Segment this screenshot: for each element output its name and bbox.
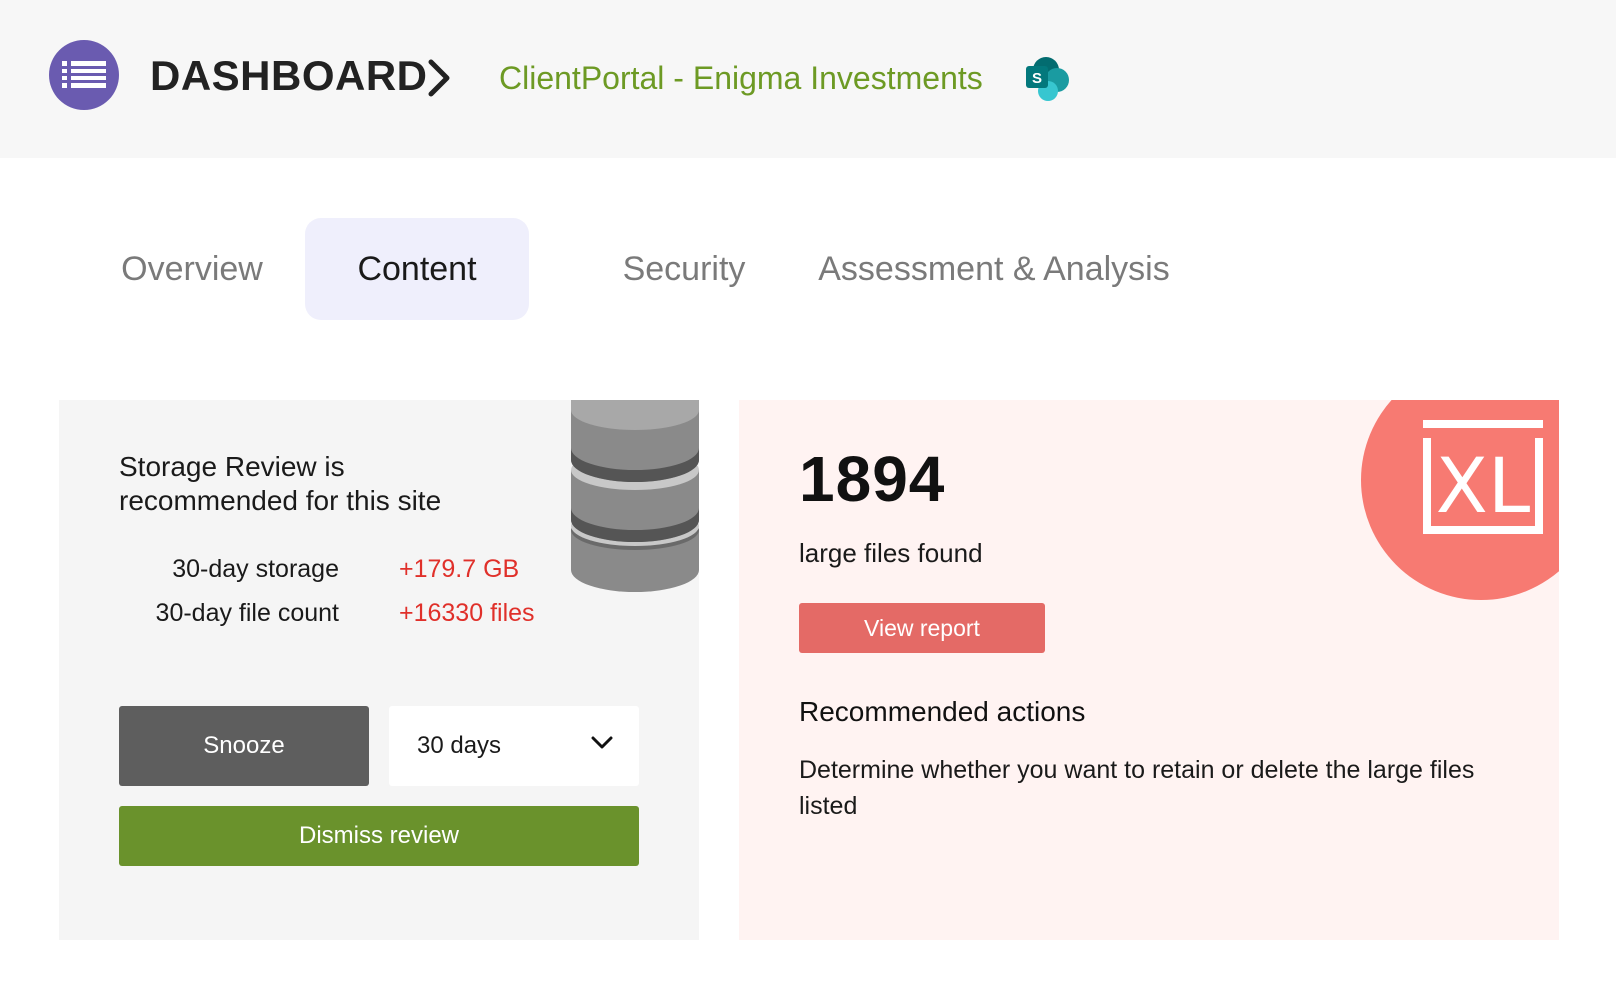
snooze-duration-select[interactable]: 30 days bbox=[389, 706, 639, 786]
dismiss-review-button[interactable]: Dismiss review bbox=[119, 806, 639, 866]
list-icon bbox=[62, 61, 106, 88]
large-files-card: XL 1894 large files found View report Re… bbox=[739, 400, 1559, 940]
page-title: DASHBOARD bbox=[150, 52, 428, 99]
view-report-button[interactable]: View report bbox=[799, 603, 1045, 653]
snooze-button[interactable]: Snooze bbox=[119, 706, 369, 786]
snooze-duration-value: 30 days bbox=[417, 732, 502, 759]
chevron-down-icon bbox=[591, 736, 613, 749]
large-files-count: 1894 bbox=[799, 443, 946, 515]
svg-text:S: S bbox=[1032, 70, 1042, 87]
storage-stat-value: +179.7 GB bbox=[399, 555, 520, 583]
sharepoint-icon: S bbox=[1026, 57, 1069, 101]
breadcrumb-site-name[interactable]: ClientPortal - Enigma Investments bbox=[499, 60, 983, 97]
xl-file-icon: XL bbox=[1361, 400, 1559, 600]
tab-assessment-analysis[interactable]: Assessment & Analysis bbox=[804, 218, 1184, 320]
svg-text:XL: XL bbox=[1436, 441, 1530, 530]
storage-stat-label: 30-day storage bbox=[172, 555, 339, 583]
tab-security[interactable]: Security bbox=[574, 218, 794, 320]
page-header: DASHBOARD ClientPortal - Enigma Investme… bbox=[0, 0, 1616, 158]
storage-review-heading: Storage Review is recommended for this s… bbox=[119, 451, 442, 516]
recommended-actions-text: Determine whether you want to retain or … bbox=[799, 756, 1475, 820]
tab-overview[interactable]: Overview bbox=[92, 218, 292, 320]
database-icon bbox=[571, 400, 699, 592]
file-count-stat-label: 30-day file count bbox=[155, 599, 339, 627]
chevron-right-icon bbox=[428, 59, 450, 97]
large-files-label: large files found bbox=[799, 538, 983, 568]
file-count-stat-value: +16330 files bbox=[399, 599, 535, 627]
menu-button[interactable] bbox=[49, 40, 119, 110]
storage-review-card: Storage Review is recommended for this s… bbox=[59, 400, 699, 940]
recommended-actions-heading: Recommended actions bbox=[799, 696, 1086, 727]
tab-content[interactable]: Content bbox=[305, 218, 529, 320]
